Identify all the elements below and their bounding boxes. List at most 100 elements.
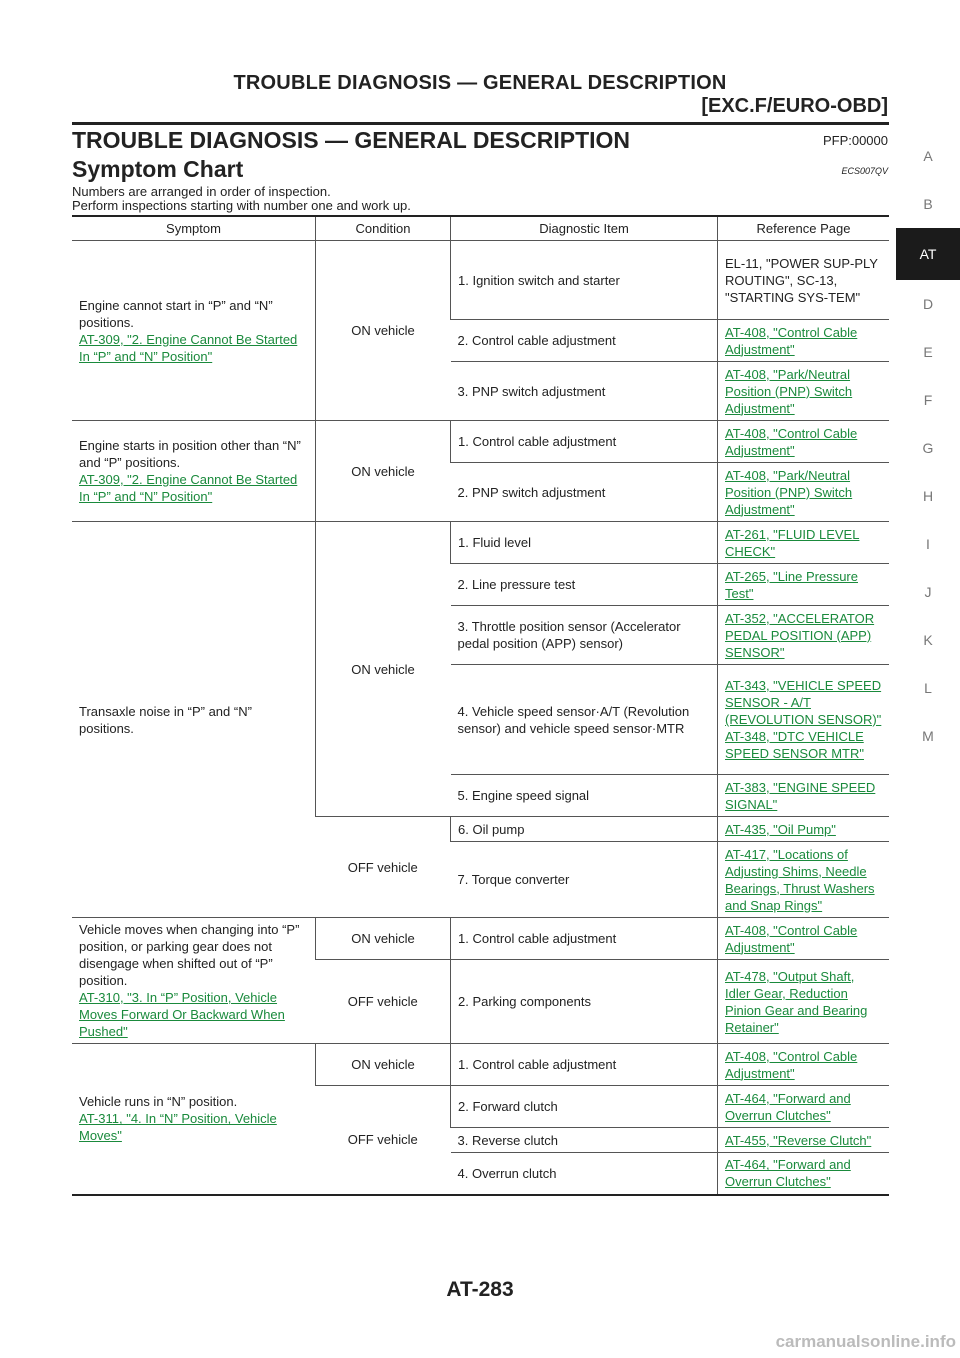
symptom-text: Vehicle runs in “N” position. [79, 1094, 238, 1110]
section-code: ECS007QV [841, 166, 888, 176]
header-symptom: Symptom [72, 216, 316, 241]
diagnostic-item: 2. Line pressure test [450, 563, 718, 606]
index-tab-m[interactable]: M [896, 712, 960, 760]
table-header-row: Symptom Condition Diagnostic Item Refere… [72, 216, 889, 241]
diagnostic-item: 6. Oil pump [450, 816, 718, 842]
reference-page: AT-408, "Park/Neutral Position (PNP) Swi… [717, 462, 889, 522]
watermark: carmanualsonline.info [775, 1332, 956, 1351]
symptom-cell: Transaxle noise in “P” and “N” positions… [72, 521, 316, 918]
section-index-tabs: A B AT D E F G H I J K L M [896, 132, 960, 760]
reference-page: EL-11, "POWER SUP-PLY ROUTING", SC-13, "… [717, 240, 889, 320]
header-rule [72, 122, 889, 125]
index-tab-k[interactable]: K [896, 616, 960, 664]
symptom-chart-title: Symptom Chart [72, 156, 244, 182]
reference-text: EL-11, "POWER SUP-PLY ROUTING", SC-13, "… [725, 255, 878, 305]
index-tab-b[interactable]: B [896, 180, 960, 228]
reference-link[interactable]: AT-265, "Line Pressure Test" [725, 568, 882, 602]
condition-cell: ON vehicle [315, 420, 451, 522]
condition-cell: ON vehicle [315, 240, 451, 421]
diagnostic-item: 4. Vehicle speed sensor·A/T (Revolution … [450, 664, 718, 775]
reference-link[interactable]: AT-343, "VEHICLE SPEED SENSOR - A/T (REV… [725, 677, 882, 728]
pfp-code: PFP:00000 [822, 133, 888, 148]
table-row: Vehicle runs in “N” position. AT-311, "4… [72, 1043, 889, 1195]
reference-link[interactable]: AT-261, "FLUID LEVEL CHECK" [725, 526, 882, 560]
reference-page: AT-408, "Control Cable Adjustment" [717, 1043, 889, 1086]
symptom-cell: Vehicle moves when changing into “P” pos… [72, 917, 316, 1044]
index-tab-e[interactable]: E [896, 328, 960, 376]
header-diagnostic-item: Diagnostic Item [450, 216, 718, 241]
diagnostic-item: 4. Overrun clutch [450, 1152, 718, 1195]
condition-cell: ON vehicle [315, 521, 451, 817]
diagnostic-item: 5. Engine speed signal [450, 774, 718, 817]
index-tab-l[interactable]: L [896, 664, 960, 712]
symptom-text: Transaxle noise in “P” and “N” positions… [79, 703, 252, 736]
symptom-cell: Engine cannot start in “P” and “N” posit… [72, 240, 316, 421]
condition-cell: ON vehicle [315, 1043, 451, 1086]
reference-page: AT-408, "Control Cable Adjustment" [717, 319, 889, 362]
reference-page: AT-417, "Locations of Adjusting Shims, N… [717, 841, 889, 918]
symptom-chart-table: Symptom Condition Diagnostic Item Refere… [72, 215, 889, 1196]
condition-cell: ON vehicle [315, 917, 451, 961]
diagnostic-item: 1. Control cable adjustment [450, 917, 718, 961]
reference-page: AT-343, "VEHICLE SPEED SENSOR - A/T (REV… [717, 664, 889, 775]
index-tab-h[interactable]: H [896, 472, 960, 520]
index-tab-j[interactable]: J [896, 568, 960, 616]
reference-page: AT-478, "Output Shaft, Idler Gear, Reduc… [717, 959, 889, 1044]
diagnostic-item: 1. Fluid level [450, 521, 718, 564]
reference-page: AT-408, "Control Cable Adjustment" [717, 420, 889, 463]
reference-link[interactable]: AT-383, "ENGINE SPEED SIGNAL" [725, 779, 882, 813]
symptom-text: Engine cannot start in “P” and “N” posit… [79, 297, 273, 330]
symptom-text: Vehicle moves when changing into “P” pos… [79, 922, 300, 988]
reference-link[interactable]: AT-455, "Reverse Clutch" [725, 1132, 882, 1149]
condition-cell: OFF vehicle [315, 959, 451, 1044]
reference-page: AT-383, "ENGINE SPEED SIGNAL" [717, 774, 889, 817]
reference-link[interactable]: AT-352, "ACCELERATOR PEDAL POSITION (APP… [725, 610, 882, 661]
header-reference-page: Reference Page [717, 216, 889, 241]
reference-link[interactable]: AT-435, "Oil Pump" [725, 821, 882, 838]
symptom-link[interactable]: AT-309, "2. Engine Cannot Be Started In … [79, 471, 308, 505]
diagnostic-item: 1. Control cable adjustment [450, 420, 718, 463]
reference-link[interactable]: AT-408, "Control Cable Adjustment" [725, 1048, 882, 1082]
table-body: Engine cannot start in “P” and “N” posit… [72, 240, 889, 1195]
reference-page: AT-464, "Forward and Overrun Clutches" [717, 1085, 889, 1128]
diagnostic-item: 3. Throttle position sensor (Accelerator… [450, 605, 718, 665]
index-tab-a[interactable]: A [896, 132, 960, 180]
index-tab-g[interactable]: G [896, 424, 960, 472]
reference-link[interactable]: AT-408, "Control Cable Adjustment" [725, 425, 882, 459]
index-tab-f[interactable]: F [896, 376, 960, 424]
reference-page: AT-261, "FLUID LEVEL CHECK" [717, 521, 889, 564]
diagnostic-item: 1. Ignition switch and starter [450, 240, 718, 320]
symptom-link[interactable]: AT-311, "4. In “N” Position, Vehicle Mov… [79, 1110, 308, 1144]
reference-link[interactable]: AT-408, "Control Cable Adjustment" [725, 324, 882, 358]
reference-link[interactable]: AT-408, "Control Cable Adjustment" [725, 922, 882, 956]
reference-page: AT-435, "Oil Pump" [717, 816, 889, 842]
reference-link[interactable]: AT-478, "Output Shaft, Idler Gear, Reduc… [725, 968, 882, 1036]
index-tab-at[interactable]: AT [896, 228, 960, 280]
reference-link[interactable]: AT-408, "Park/Neutral Position (PNP) Swi… [725, 366, 882, 417]
symptom-link[interactable]: AT-310, "3. In “P” Position, Vehicle Mov… [79, 989, 308, 1040]
header-condition: Condition [315, 216, 451, 241]
running-header-subtitle: [EXC.F/EURO-OBD] [701, 95, 888, 117]
table-row: Vehicle moves when changing into “P” pos… [72, 917, 889, 1044]
condition-cell: OFF vehicle [315, 1085, 451, 1195]
reference-page: AT-352, "ACCELERATOR PEDAL POSITION (APP… [717, 605, 889, 665]
diagnostic-item: 2. Forward clutch [450, 1085, 718, 1128]
table-row: Engine starts in position other than “N”… [72, 420, 889, 522]
running-header-title: TROUBLE DIAGNOSIS — GENERAL DESCRIPTION [233, 72, 727, 94]
symptom-link[interactable]: AT-309, "2. Engine Cannot Be Started In … [79, 331, 308, 365]
reference-page: AT-464, "Forward and Overrun Clutches" [717, 1152, 889, 1195]
intro-line-1: Numbers are arranged in order of inspect… [72, 184, 331, 199]
index-tab-i[interactable]: I [896, 520, 960, 568]
reference-link[interactable]: AT-408, "Park/Neutral Position (PNP) Swi… [725, 467, 882, 518]
reference-link[interactable]: AT-348, "DTC VEHICLE SPEED SENSOR MTR" [725, 728, 882, 762]
index-tab-d[interactable]: D [896, 280, 960, 328]
diagnostic-item: 3. Reverse clutch [450, 1127, 718, 1153]
reference-link[interactable]: AT-464, "Forward and Overrun Clutches" [725, 1090, 882, 1124]
table-row: Transaxle noise in “P” and “N” positions… [72, 521, 889, 918]
diagnostic-item: 2. Control cable adjustment [450, 319, 718, 362]
reference-link[interactable]: AT-464, "Forward and Overrun Clutches" [725, 1156, 882, 1190]
reference-page: AT-455, "Reverse Clutch" [717, 1127, 889, 1153]
reference-page: AT-265, "Line Pressure Test" [717, 563, 889, 606]
symptom-cell: Engine starts in position other than “N”… [72, 420, 316, 522]
reference-link[interactable]: AT-417, "Locations of Adjusting Shims, N… [725, 846, 882, 914]
